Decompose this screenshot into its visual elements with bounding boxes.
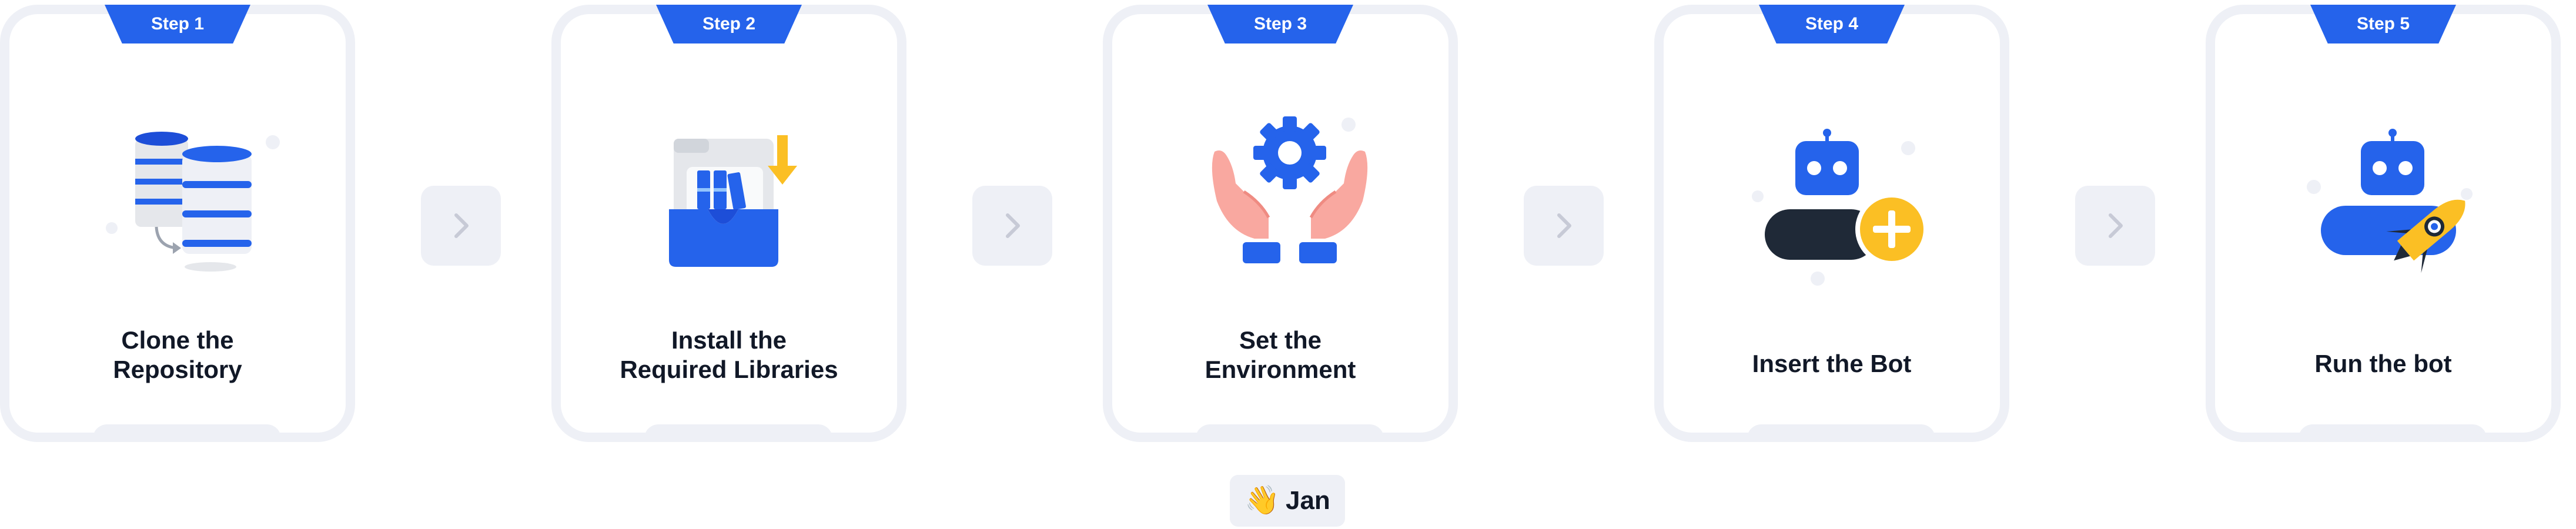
step-title: Clone the Repository bbox=[9, 326, 346, 384]
step-title-line-1: Set the bbox=[1239, 326, 1322, 354]
card-footer-tab bbox=[2299, 424, 2487, 442]
next-arrow-button-2[interactable] bbox=[972, 186, 1052, 266]
step-badge: Step 2 bbox=[656, 5, 802, 43]
step-title-line-1: Run the bot bbox=[2314, 350, 2452, 377]
card-footer-tab bbox=[644, 424, 832, 442]
step-badge: Step 1 bbox=[105, 5, 250, 43]
next-arrow-button-4[interactable] bbox=[2075, 186, 2155, 266]
next-arrow-button-3[interactable] bbox=[1524, 186, 1604, 266]
bot-add-icon bbox=[1724, 102, 1959, 290]
step-title-line-1: Install the bbox=[671, 326, 787, 354]
waving-hand-icon: 👋 bbox=[1244, 485, 1280, 516]
step-title: Insert the Bot bbox=[1664, 349, 2000, 379]
step-badge: Step 4 bbox=[1759, 5, 1905, 43]
step-title-line-2: Required Libraries bbox=[620, 356, 838, 383]
library-tray-icon bbox=[621, 102, 856, 290]
chevron-right-icon bbox=[2109, 213, 2123, 238]
step-card-5: Step 5 Run the bot bbox=[2206, 5, 2561, 442]
card-footer-tab bbox=[93, 424, 281, 442]
step-title: Install the Required Libraries bbox=[561, 326, 897, 384]
step-card-1: Step 1 Clone the Repository bbox=[0, 5, 355, 442]
author-name: Jan bbox=[1285, 486, 1330, 515]
step-card-2: Step 2 Install the Required Libraries bbox=[551, 5, 906, 442]
step-card-4: Step 4 Insert the Bot bbox=[1654, 5, 2009, 442]
chevron-right-icon bbox=[1557, 213, 1571, 238]
card-footer-tab bbox=[1196, 424, 1384, 442]
step-title: Set the Environment bbox=[1112, 326, 1448, 384]
step-badge: Step 5 bbox=[2310, 5, 2456, 43]
next-arrow-button-1[interactable] bbox=[421, 186, 501, 266]
chevron-right-icon bbox=[1006, 213, 1020, 238]
step-badge: Step 3 bbox=[1207, 5, 1353, 43]
step-title-line-2: Environment bbox=[1205, 356, 1356, 383]
step-title-line-1: Insert the Bot bbox=[1752, 350, 1912, 377]
database-clone-icon bbox=[69, 102, 305, 290]
card-footer-tab bbox=[1747, 424, 1935, 442]
hands-gear-icon bbox=[1172, 102, 1407, 290]
chevron-right-icon bbox=[454, 213, 469, 238]
bot-rocket-icon bbox=[2275, 102, 2510, 290]
step-title: Run the bot bbox=[2215, 349, 2551, 379]
step-title-line-1: Clone the bbox=[121, 326, 234, 354]
step-card-3: Step 3 Set the Environment bbox=[1103, 5, 1458, 442]
author-badge: 👋 Jan bbox=[1230, 475, 1345, 527]
step-title-line-2: Repository bbox=[113, 356, 242, 383]
